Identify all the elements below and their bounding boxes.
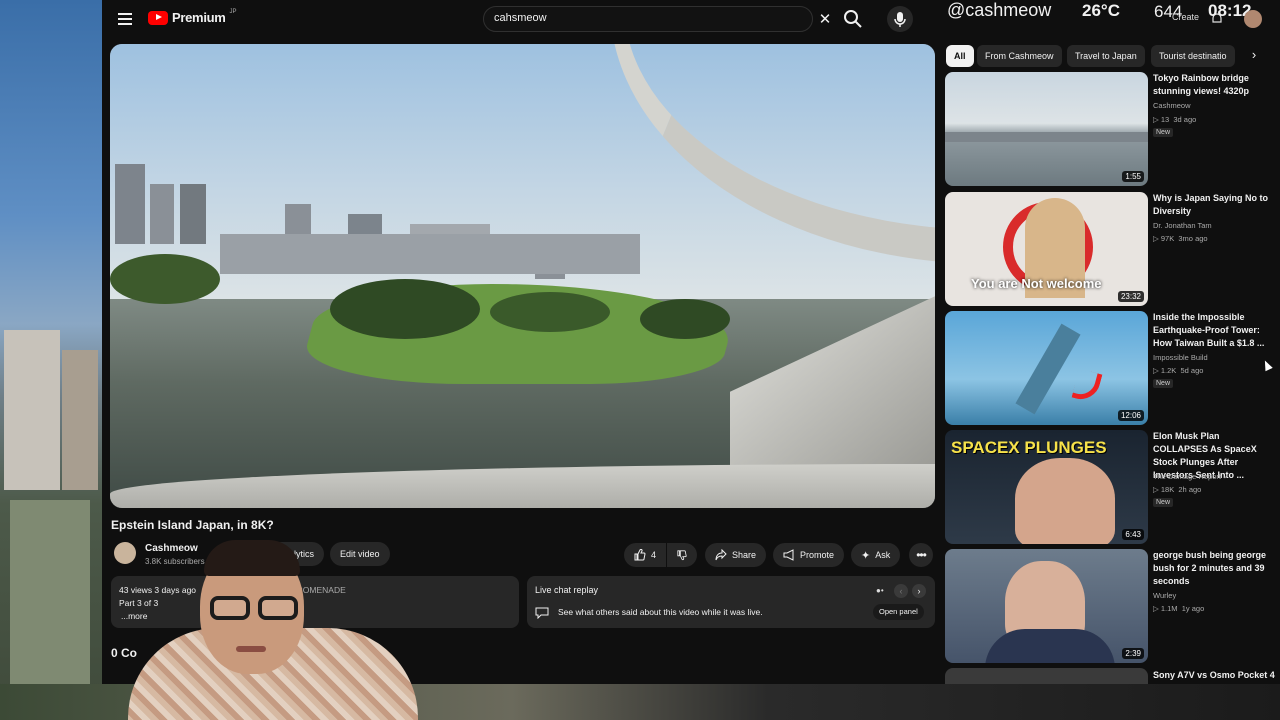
like-button[interactable]: 4 — [624, 543, 666, 567]
thumbnail-text: You are Not welcome — [971, 276, 1102, 291]
chip-all[interactable]: All — [946, 45, 974, 67]
mic-icon[interactable] — [887, 6, 913, 32]
duration-badge: 1:55 — [1122, 171, 1144, 182]
recommendation-item[interactable]: SPACEX PLUNGES 6:43 Elon Musk Plan COLLA… — [945, 430, 1275, 546]
thumbnail-text: SPACEX PLUNGES — [951, 438, 1107, 457]
recommendation-item[interactable]: You are Not welcome 23:32 Why is Japan S… — [945, 192, 1275, 308]
chip-travel-to-japan[interactable]: Travel to Japan — [1067, 45, 1145, 67]
duration-badge: 6:43 — [1122, 529, 1144, 540]
chevron-right-icon[interactable]: › — [912, 584, 926, 598]
video-thumbnail[interactable]: You are Not welcome 23:32 — [945, 192, 1148, 306]
webcam-overlay — [108, 538, 438, 720]
create-button[interactable]: Create — [1172, 12, 1199, 22]
promote-label: Promote — [800, 550, 835, 560]
sparkle-icon: ✦ — [861, 549, 871, 562]
dislike-button[interactable] — [667, 543, 697, 567]
recommendation-meta: ▷ 13 3d ago — [1153, 115, 1197, 124]
duration-badge: 23:32 — [1117, 291, 1144, 302]
overlay-handle: @cashmeow — [947, 0, 1052, 20]
carousel-dots: ●• — [876, 586, 884, 595]
recommendation-channel[interactable]: Impossible Build — [1153, 353, 1208, 362]
search-box[interactable]: ✕ — [483, 6, 831, 32]
recommendation-item[interactable]: 1:55 Tokyo Rainbow bridge stunning views… — [945, 72, 1275, 188]
ask-label: Ask — [875, 550, 891, 560]
youtube-play-icon — [148, 10, 168, 25]
chip-tourist-destinations[interactable]: Tourist destinatio — [1151, 45, 1235, 67]
recommendation-channel[interactable]: Cashmeow — [1153, 101, 1191, 110]
stream-overlay-bar: @cashmeow 26°C 644 Create 08:12 — [940, 0, 1280, 38]
recommendation-item[interactable]: 12:06 Inside the Impossible Earthquake-P… — [945, 311, 1275, 427]
screen: Premium JP ✕ @cashmeow 26°C 644 Create 0… — [0, 0, 1280, 720]
background-cityscape-left — [0, 0, 102, 720]
thumbs-up-icon — [634, 549, 646, 561]
share-label: Share — [732, 550, 757, 560]
share-button[interactable]: Share — [705, 543, 767, 567]
chat-bubble-icon — [535, 606, 549, 620]
recommendation-title[interactable]: george bush being george bush for 2 minu… — [1153, 549, 1273, 588]
recommendation-meta: ▷ 18K 2h ago — [1153, 485, 1202, 494]
duration-badge: 2:39 — [1122, 648, 1144, 659]
chip-from-cashmeow[interactable]: From Cashmeow — [977, 45, 1062, 67]
chevron-left-icon[interactable]: ‹ — [894, 584, 908, 598]
search-icon[interactable] — [842, 8, 864, 30]
duration-badge: 12:06 — [1117, 410, 1144, 421]
video-thumbnail[interactable] — [945, 668, 1148, 684]
youtube-logo[interactable]: Premium JP — [148, 8, 237, 25]
video-thumbnail[interactable]: SPACEX PLUNGES 6:43 — [945, 430, 1148, 544]
recommendation-meta: ▷ 97K 3mo ago — [1153, 234, 1208, 243]
share-icon — [715, 549, 727, 561]
logo-region: JP — [229, 8, 237, 15]
overlay-temperature: 26°C — [1082, 1, 1120, 20]
new-badge: New — [1153, 379, 1174, 388]
chevron-right-icon[interactable]: › — [1247, 47, 1261, 65]
promote-button[interactable]: Promote — [773, 543, 845, 567]
new-badge: New — [1153, 128, 1174, 137]
verified-icon: ✓ — [1223, 472, 1230, 481]
video-title: Epstein Island Japan, in 8K? — [111, 518, 274, 532]
recommendation-channel[interactable]: Wurley — [1153, 591, 1176, 600]
like-count: 4 — [650, 550, 656, 560]
recommendation-title[interactable]: Tokyo Rainbow bridge stunning views! 432… — [1153, 72, 1273, 98]
chat-title: Live chat replay — [535, 585, 599, 595]
filter-chips: All From Cashmeow Travel to Japan Touris… — [946, 45, 1280, 67]
live-chat-replay-box: Live chat replay ●• ‹ › See what others … — [527, 576, 935, 628]
search-input[interactable] — [494, 12, 774, 24]
hamburger-menu-icon[interactable] — [116, 9, 136, 29]
megaphone-icon — [783, 549, 794, 561]
recommendation-meta: ▷ 1.2K 5d ago — [1153, 366, 1204, 375]
ask-button[interactable]: ✦ Ask — [851, 543, 901, 567]
chat-description: See what others said about this video wh… — [558, 607, 763, 617]
video-thumbnail[interactable]: 1:55 — [945, 72, 1148, 186]
top-bar: Premium JP ✕ — [102, 0, 940, 38]
recommendation-title[interactable]: Why is Japan Saying No to Diversity — [1153, 192, 1273, 218]
more-actions-button[interactable]: ••• — [909, 543, 933, 567]
recommendation-title[interactable]: Inside the Impossible Earthquake-Proof T… — [1153, 311, 1273, 350]
new-badge: New — [1153, 498, 1174, 507]
recommendation-item[interactable]: 2:39 george bush being george bush for 2… — [945, 549, 1275, 665]
more-horizontal-icon: ••• — [916, 548, 927, 562]
recommendation-channel[interactable]: The Damage Report ✓ — [1153, 472, 1229, 481]
video-player[interactable] — [110, 44, 935, 508]
recommendation-channel[interactable]: Dr. Jonathan Tam — [1153, 221, 1212, 230]
video-thumbnail[interactable]: 12:06 — [945, 311, 1148, 425]
open-panel-button[interactable]: Open panel — [873, 604, 924, 620]
account-avatar[interactable] — [1244, 10, 1262, 28]
video-thumbnail[interactable]: 2:39 — [945, 549, 1148, 663]
close-icon[interactable]: ✕ — [817, 12, 833, 28]
logo-text: Premium — [172, 10, 226, 25]
recommendation-title[interactable]: Sony A7V vs Osmo Pocket 4 — [1153, 670, 1275, 680]
thumbs-down-icon — [677, 550, 687, 561]
recommendation-meta: ▷ 1.1M 1y ago — [1153, 604, 1205, 613]
